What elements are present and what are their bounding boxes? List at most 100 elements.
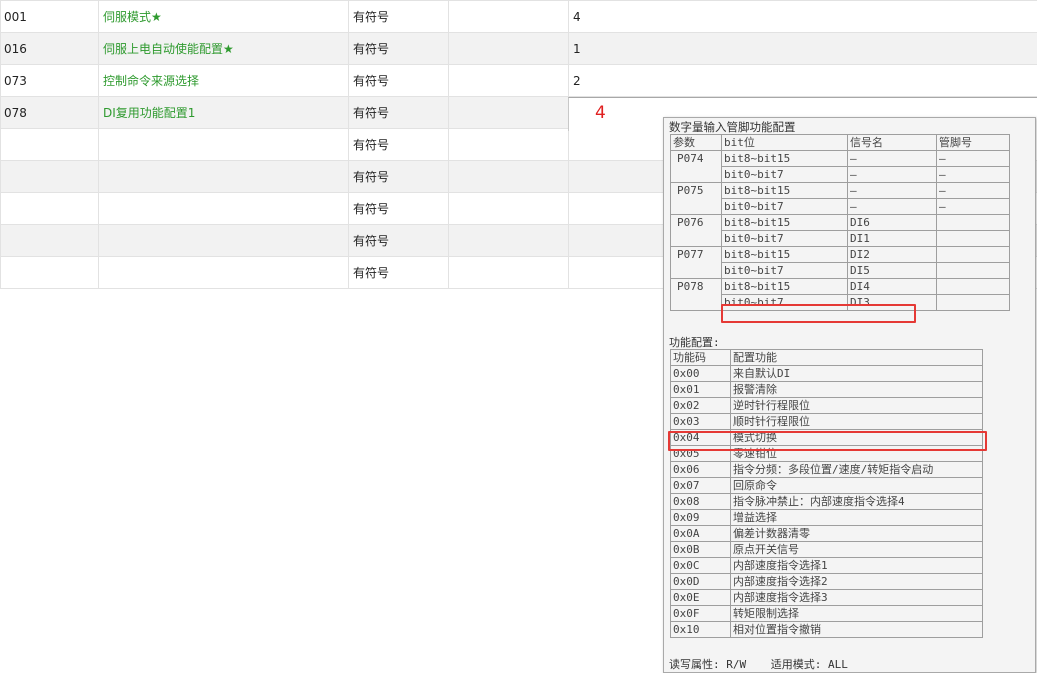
func-code-cell: 0x02 xyxy=(670,397,731,414)
di-signal-cell: DI1 xyxy=(847,230,937,247)
cell-name[interactable] xyxy=(98,224,349,257)
func-row: 0x06 指令分频：多段位置/速度/转矩指令启动 xyxy=(670,461,983,478)
cell-sign[interactable]: 有符号 xyxy=(348,64,449,97)
func-desc-cell: 原点开关信号 xyxy=(730,541,983,558)
cell-name[interactable] xyxy=(98,256,349,289)
cell-name[interactable]: 伺服模式★ xyxy=(98,0,349,33)
func-code-cell: 0x0F xyxy=(670,605,731,622)
func-row: 0x08 指令脉冲禁止：内部速度指令选择4 xyxy=(670,493,983,510)
cell-blank[interactable] xyxy=(448,96,569,129)
func-code-cell: 0x06 xyxy=(670,461,731,478)
cell-sign[interactable]: 有符号 xyxy=(348,32,449,65)
di-header-cell: 参数 xyxy=(670,134,722,151)
func-desc-cell: 逆时针行程限位 xyxy=(730,397,983,414)
cell-name[interactable]: 控制命令来源选择 xyxy=(98,64,349,97)
func-row: 0x0D 内部速度指令选择2 xyxy=(670,573,983,590)
di-pin-cell xyxy=(936,246,1010,263)
di-config-table: 参数 bit位 信号名 管脚号 P074 bit8~bit15— — bit0~bit7— — P… xyxy=(670,134,1010,311)
cell-code[interactable]: 001 xyxy=(0,0,99,33)
di-bit-cell: bit8~bit15 xyxy=(721,150,848,167)
func-code-cell: 0x08 xyxy=(670,493,731,510)
cell-code[interactable] xyxy=(0,128,99,161)
function-code-table: 功能码 配置功能 0x00 来自默认DI 0x01 报警清除 0x02 逆时针行程限位 0x03… xyxy=(670,349,983,638)
cell-blank[interactable] xyxy=(448,224,569,257)
di-signal-cell: DI4 xyxy=(847,278,937,295)
di-param-cell: P076 xyxy=(670,214,722,247)
func-row: 0x03 顺时针行程限位 xyxy=(670,413,983,430)
di-signal-cell: — xyxy=(847,198,937,215)
cell-blank[interactable] xyxy=(448,32,569,65)
tooltip-footer: 读写属性: R/W 适用模式: ALL xyxy=(669,656,866,672)
di-signal-cell: DI6 xyxy=(847,214,937,231)
parameter-tooltip: 数字量输入管脚功能配置 参数 bit位 信号名 管脚号 P074 bit8~bit15— —… xyxy=(663,117,1036,673)
func-desc-cell: 内部速度指令选择3 xyxy=(730,589,983,606)
di-header-row: 参数 bit位 信号名 管脚号 xyxy=(670,134,1010,151)
table-row[interactable]: 016 伺服上电自动使能配置★ 有符号 1 xyxy=(0,32,1037,65)
di-param-cell: P077 xyxy=(670,246,722,279)
di-param-cell: P078 xyxy=(670,278,722,311)
func-header-row: 功能码 配置功能 xyxy=(670,349,983,366)
cell-code[interactable]: 016 xyxy=(0,32,99,65)
cell-code[interactable]: 078 xyxy=(0,96,99,129)
di-bit-cell: bit8~bit15 xyxy=(721,278,848,295)
di-pin-cell: — xyxy=(936,198,1010,215)
cell-value[interactable]: 1 xyxy=(568,32,1037,65)
cell-sign[interactable]: 有符号 xyxy=(348,0,449,33)
table-row[interactable]: 073 控制命令来源选择 有符号 2 xyxy=(0,64,1037,97)
di-bit-cell: bit0~bit7 xyxy=(721,230,848,247)
cell-blank[interactable] xyxy=(448,64,569,97)
table-row[interactable]: 001 伺服模式★ 有符号 4 xyxy=(0,0,1037,33)
value-edit-text[interactable]: 4 xyxy=(595,103,606,123)
cell-name[interactable] xyxy=(98,160,349,193)
di-pin-cell xyxy=(936,262,1010,279)
di-bit-cell: bit0~bit7 xyxy=(721,166,848,183)
di-signal-cell: — xyxy=(847,150,937,167)
di-bit-cell: bit8~bit15 xyxy=(721,246,848,263)
cell-value[interactable]: 2 xyxy=(568,64,1037,97)
di-bit-cell: bit8~bit15 xyxy=(721,182,848,199)
func-row: 0x00 来自默认DI xyxy=(670,365,983,382)
di-signal-cell: — xyxy=(847,182,937,199)
di-pin-cell xyxy=(936,278,1010,295)
func-desc-cell: 顺时针行程限位 xyxy=(730,413,983,430)
cell-blank[interactable] xyxy=(448,0,569,33)
highlight-box-mode-switch xyxy=(668,431,987,451)
cell-code[interactable] xyxy=(0,224,99,257)
cell-value[interactable]: 4 xyxy=(568,0,1037,33)
cell-code[interactable] xyxy=(0,256,99,289)
cell-name[interactable]: DI复用功能配置1 xyxy=(98,96,349,129)
di-header-cell: 管脚号 xyxy=(936,134,1010,151)
cell-name[interactable] xyxy=(98,192,349,225)
func-desc-cell: 来自默认DI xyxy=(730,365,983,382)
di-row: bit0~bit7 DI5 xyxy=(671,262,1010,279)
cell-sign[interactable]: 有符号 xyxy=(348,128,449,161)
di-pin-cell: — xyxy=(936,150,1010,167)
cell-blank[interactable] xyxy=(448,256,569,289)
func-row: 0x0A 偏差计数器清零 xyxy=(670,525,983,542)
rw-attribute: 读写属性: R/W xyxy=(669,658,747,671)
cell-name[interactable]: 伺服上电自动使能配置★ xyxy=(98,32,349,65)
func-row: 0x07 回原命令 xyxy=(670,477,983,494)
cell-sign[interactable]: 有符号 xyxy=(348,96,449,129)
cell-code[interactable] xyxy=(0,160,99,193)
func-code-cell: 0x09 xyxy=(670,509,731,526)
di-row: P074 bit8~bit15— — xyxy=(670,150,1010,183)
func-row: 0x10 相对位置指令撤销 xyxy=(670,621,983,638)
func-desc-cell: 内部速度指令选择2 xyxy=(730,573,983,590)
cell-sign[interactable]: 有符号 xyxy=(348,256,449,289)
func-code-cell: 0x0C xyxy=(670,557,731,574)
cell-name[interactable] xyxy=(98,128,349,161)
func-desc-cell: 指令分频：多段位置/速度/转矩指令启动 xyxy=(730,461,983,478)
di-pin-cell: — xyxy=(936,166,1010,183)
cell-blank[interactable] xyxy=(448,128,569,161)
cell-code[interactable]: 073 xyxy=(0,64,99,97)
cell-sign[interactable]: 有符号 xyxy=(348,192,449,225)
cell-sign[interactable]: 有符号 xyxy=(348,224,449,257)
applicable-mode: 适用模式: ALL xyxy=(770,658,848,671)
cell-sign[interactable]: 有符号 xyxy=(348,160,449,193)
cell-blank[interactable] xyxy=(448,192,569,225)
func-desc-cell: 回原命令 xyxy=(730,477,983,494)
cell-code[interactable] xyxy=(0,192,99,225)
cell-blank[interactable] xyxy=(448,160,569,193)
di-bit-cell: bit0~bit7 xyxy=(721,198,848,215)
